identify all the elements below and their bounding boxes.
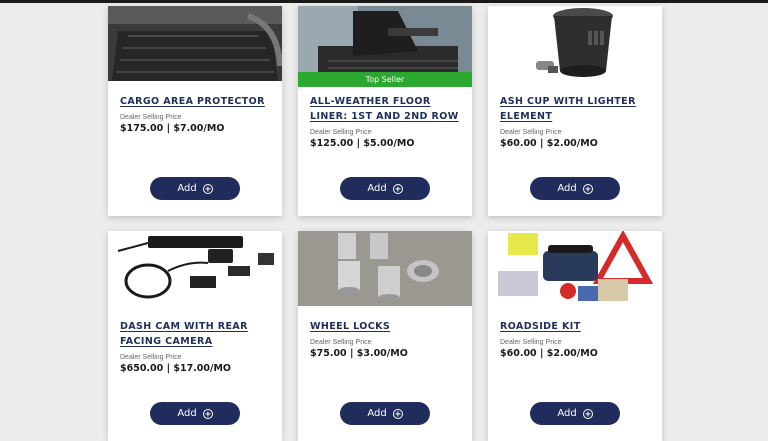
plus-circle-icon — [582, 183, 593, 194]
product-image-dash-cam[interactable] — [108, 231, 282, 306]
add-label: Add — [557, 183, 577, 194]
product-card: DASH CAM WITH REAR FACING CAMERA Dealer … — [108, 231, 282, 441]
product-price: $60.00 | $2.00/MO — [500, 138, 598, 149]
product-card: WHEEL LOCKS Dealer Selling Price $75.00 … — [298, 231, 472, 441]
add-label: Add — [177, 408, 197, 419]
add-button[interactable]: Add — [530, 402, 620, 425]
price-label: Dealer Selling Price — [310, 129, 372, 136]
product-title[interactable]: ALL-WEATHER FLOOR LINER: 1ST AND 2ND ROW — [310, 94, 460, 124]
product-title[interactable]: ASH CUP WITH LIGHTER ELEMENT — [500, 94, 650, 124]
product-title[interactable]: WHEEL LOCKS — [310, 319, 460, 334]
product-title[interactable]: ROADSIDE KIT — [500, 319, 650, 334]
add-label: Add — [367, 183, 387, 194]
plus-circle-icon — [392, 408, 403, 419]
add-button[interactable]: Add — [150, 402, 240, 425]
product-card: ASH CUP WITH LIGHTER ELEMENT Dealer Sell… — [488, 6, 662, 216]
plus-circle-icon — [202, 408, 213, 419]
add-label: Add — [557, 408, 577, 419]
product-card: ROADSIDE KIT Dealer Selling Price $60.00… — [488, 231, 662, 441]
price-label: Dealer Selling Price — [310, 339, 372, 346]
product-price: $650.00 | $17.00/MO — [120, 363, 232, 374]
product-price: $75.00 | $3.00/MO — [310, 348, 408, 359]
product-grid: CARGO AREA PROTECTOR Dealer Selling Pric… — [0, 0, 768, 441]
product-price: $175.00 | $7.00/MO — [120, 123, 225, 134]
add-label: Add — [367, 408, 387, 419]
add-button[interactable]: Add — [150, 177, 240, 200]
product-image-wheel-locks[interactable] — [298, 231, 472, 306]
add-button[interactable]: Add — [340, 402, 430, 425]
product-price: $60.00 | $2.00/MO — [500, 348, 598, 359]
price-label: Dealer Selling Price — [500, 129, 562, 136]
plus-circle-icon — [582, 408, 593, 419]
product-price: $125.00 | $5.00/MO — [310, 138, 415, 149]
product-card: CARGO AREA PROTECTOR Dealer Selling Pric… — [108, 6, 282, 216]
product-image-roadside-kit[interactable] — [488, 231, 662, 306]
top-seller-badge: Top Seller — [298, 72, 472, 87]
plus-circle-icon — [202, 183, 213, 194]
price-label: Dealer Selling Price — [120, 114, 182, 121]
product-title[interactable]: DASH CAM WITH REAR FACING CAMERA — [120, 319, 270, 349]
plus-circle-icon — [392, 183, 403, 194]
add-button[interactable]: Add — [340, 177, 430, 200]
product-title[interactable]: CARGO AREA PROTECTOR — [120, 94, 270, 109]
price-label: Dealer Selling Price — [120, 354, 182, 361]
product-image-ash-cup[interactable] — [488, 6, 662, 81]
product-card: Top Seller ALL-WEATHER FLOOR LINER: 1ST … — [298, 6, 472, 216]
price-label: Dealer Selling Price — [500, 339, 562, 346]
product-image-cargo-protector[interactable] — [108, 6, 282, 81]
add-button[interactable]: Add — [530, 177, 620, 200]
add-label: Add — [177, 183, 197, 194]
product-image-floor-liner[interactable] — [298, 6, 472, 81]
